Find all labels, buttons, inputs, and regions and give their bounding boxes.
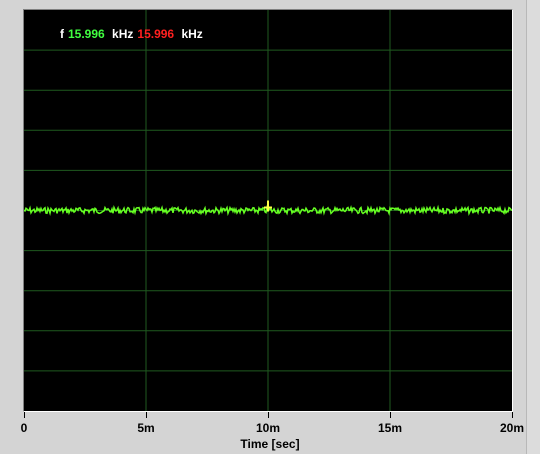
frequency-plot <box>24 10 512 411</box>
x-tick-mark <box>24 412 25 418</box>
readout-value-red: 15.996 <box>137 27 175 41</box>
x-tick-label: 20m <box>499 421 525 435</box>
readout-value-green: 15.996 <box>68 27 105 41</box>
vertical-scrollbar[interactable] <box>526 0 540 454</box>
waveform-window: f 15.996 kHz 15.996 kHz Time [sec] 0 5m 10m 1… <box>0 0 540 454</box>
readout-unit-1: kHz <box>112 27 134 41</box>
x-tick-label: 10m <box>255 421 281 435</box>
readout-prefix: f <box>60 27 64 41</box>
plot-area[interactable]: f 15.996 kHz 15.996 kHz <box>23 9 513 412</box>
readout-unit-2: kHz <box>181 27 203 41</box>
frequency-readout: f 15.996 kHz 15.996 kHz <box>60 27 207 41</box>
x-tick-label: 0 <box>20 421 28 435</box>
x-tick-label: 5m <box>137 421 155 435</box>
x-axis-title: Time [sec] <box>240 437 300 451</box>
x-tick-mark <box>390 412 391 418</box>
x-tick-mark <box>146 412 147 418</box>
x-tick-mark <box>512 412 513 418</box>
x-tick-label: 15m <box>377 421 403 435</box>
x-axis: Time [sec] 0 5m 10m 15m 20m <box>0 412 540 454</box>
x-tick-mark <box>268 412 269 418</box>
